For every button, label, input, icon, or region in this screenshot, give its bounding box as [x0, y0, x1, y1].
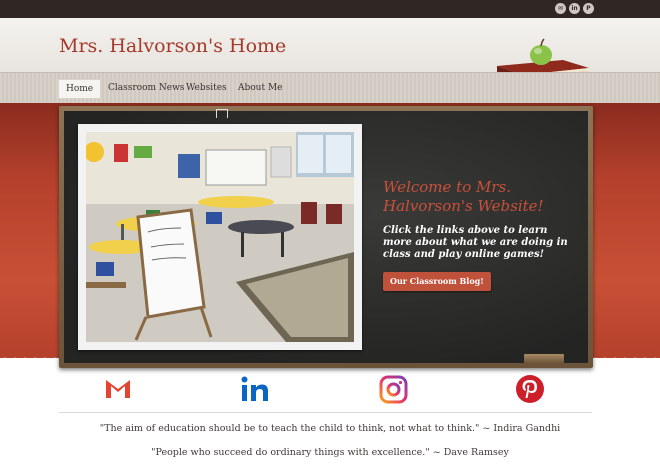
pinterest-icon[interactable]	[514, 374, 546, 404]
top-bar: ✉ in P	[0, 0, 660, 18]
welcome-heading: Welcome to Mrs. Halvorson's Website!	[383, 178, 544, 215]
nav-home[interactable]: Home	[58, 79, 102, 99]
main-nav: Home Classroom News Websites About Me	[0, 72, 660, 104]
top-social-links: ✉ in P	[555, 3, 594, 14]
nav-websites[interactable]: Websites	[179, 79, 234, 97]
site-title[interactable]: Mrs. Halvorson's Home	[59, 35, 286, 57]
welcome-text: Click the links above to learn more abou…	[383, 225, 568, 260]
linkedin-icon[interactable]: in	[569, 3, 580, 14]
instagram-icon[interactable]	[377, 374, 409, 404]
classroom-blog-button[interactable]: Our Classroom Blog!	[383, 272, 491, 291]
linkedin-icon[interactable]	[239, 374, 271, 404]
nav-about-me[interactable]: About Me	[231, 79, 290, 97]
gmail-icon[interactable]	[102, 374, 134, 404]
chalk-eraser	[524, 354, 564, 363]
nav-classroom-news[interactable]: Classroom News	[101, 79, 191, 97]
pinterest-icon[interactable]: P	[583, 3, 594, 14]
divider	[59, 412, 592, 413]
quote-gandhi: "The aim of education should be to teach…	[99, 423, 561, 434]
site-header: Mrs. Halvorson's Home	[0, 18, 660, 83]
hanger-wire	[216, 109, 228, 118]
quote-ramsey: "People who succeed do ordinary things w…	[151, 447, 509, 458]
mail-icon[interactable]: ✉	[555, 3, 566, 14]
social-links	[0, 374, 660, 408]
photo-frame	[78, 124, 362, 350]
classroom-photo	[86, 132, 354, 342]
